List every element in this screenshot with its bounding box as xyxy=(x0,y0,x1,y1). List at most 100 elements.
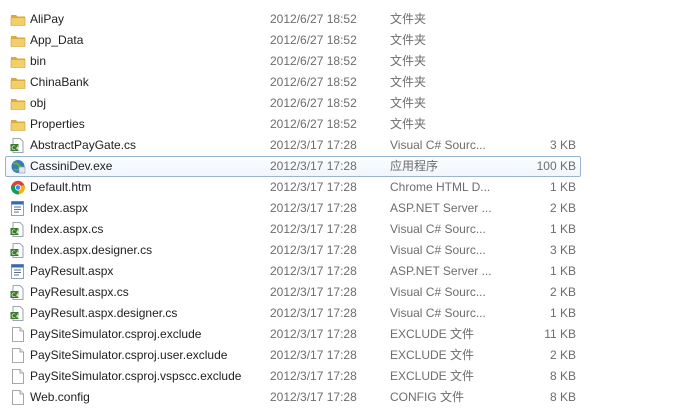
file-name[interactable]: PaySiteSimulator.csproj.vspscc.exclude xyxy=(30,366,241,387)
csharp-file-icon: C# xyxy=(10,243,26,258)
blank-file-icon xyxy=(10,390,26,405)
folder-icon xyxy=(10,117,26,132)
file-row[interactable]: Properties 2012/6/27 18:52 文件夹 xyxy=(0,114,694,135)
svg-text:C#: C# xyxy=(11,313,20,320)
file-modified-date: 2012/3/17 17:28 xyxy=(270,201,357,215)
folder-icon xyxy=(10,12,26,27)
file-type: Visual C# Sourc... xyxy=(390,285,486,299)
chrome-icon xyxy=(10,180,26,195)
file-list: AliPay 2012/6/27 18:52 文件夹 App_Data 2012/6/2… xyxy=(0,9,694,408)
file-name[interactable]: bin xyxy=(30,51,46,72)
file-modified-date: 2012/6/27 18:52 xyxy=(270,12,357,26)
file-type: ASP.NET Server ... xyxy=(390,201,492,215)
file-row[interactable]: PaySiteSimulator.csproj.vspscc.exclude 20… xyxy=(0,366,694,387)
file-modified-date: 2012/3/17 17:28 xyxy=(270,369,357,383)
csharp-file-icon: C# xyxy=(10,285,26,300)
file-size: 1 KB xyxy=(549,306,576,320)
file-size: 11 KB xyxy=(544,327,576,341)
file-size: 8 KB xyxy=(549,390,576,404)
file-modified-date: 2012/6/27 18:52 xyxy=(270,117,357,131)
file-name[interactable]: PaySiteSimulator.csproj.user.exclude xyxy=(30,345,227,366)
file-row[interactable]: Web.config 2012/3/17 17:28 CONFIG 文件 8 KB xyxy=(0,387,694,408)
file-name[interactable]: Default.htm xyxy=(30,177,91,198)
file-row[interactable]: C# Index.aspx.cs 2012/3/17 17:28 Visual C# … xyxy=(0,219,694,240)
file-size: 3 KB xyxy=(549,138,576,152)
file-row[interactable]: ChinaBank 2012/6/27 18:52 文件夹 xyxy=(0,72,694,93)
svg-text:C#: C# xyxy=(11,250,20,257)
file-name[interactable]: PayResult.aspx xyxy=(30,261,113,282)
file-modified-date: 2012/3/17 17:28 xyxy=(270,327,357,341)
file-modified-date: 2012/3/17 17:28 xyxy=(270,180,357,194)
file-row[interactable]: Default.htm 2012/3/17 17:28 Chrome HTML D.… xyxy=(0,177,694,198)
file-modified-date: 2012/3/17 17:28 xyxy=(270,306,357,320)
file-name[interactable]: Index.aspx.designer.cs xyxy=(30,240,152,261)
file-modified-date: 2012/6/27 18:52 xyxy=(270,96,357,110)
file-modified-date: 2012/3/17 17:28 xyxy=(270,243,357,257)
file-row[interactable]: CassiniDev.exe 2012/3/17 17:28 应用程序 100 KB xyxy=(0,156,694,177)
file-size: 2 KB xyxy=(549,348,576,362)
file-name[interactable]: ChinaBank xyxy=(30,72,89,93)
file-type: EXCLUDE 文件 xyxy=(390,348,475,362)
file-size: 2 KB xyxy=(549,285,576,299)
file-type: 文件夹 xyxy=(390,117,427,131)
file-size: 100 KB xyxy=(536,159,576,173)
file-size: 1 KB xyxy=(549,180,576,194)
svg-text:C#: C# xyxy=(11,229,20,236)
file-type: ASP.NET Server ... xyxy=(390,264,492,278)
file-row[interactable]: Index.aspx 2012/3/17 17:28 ASP.NET Server … xyxy=(0,198,694,219)
file-row[interactable]: PaySiteSimulator.csproj.user.exclude 2012… xyxy=(0,345,694,366)
file-size: 2 KB xyxy=(549,201,576,215)
file-type: 应用程序 xyxy=(390,159,439,173)
file-type: 文件夹 xyxy=(390,75,427,89)
csharp-file-icon: C# xyxy=(10,222,26,237)
aspx-file-icon xyxy=(10,264,26,279)
file-row[interactable]: App_Data 2012/6/27 18:52 文件夹 xyxy=(0,30,694,51)
file-type: 文件夹 xyxy=(390,12,427,26)
file-row[interactable]: AliPay 2012/6/27 18:52 文件夹 xyxy=(0,9,694,30)
file-row[interactable]: bin 2012/6/27 18:52 文件夹 xyxy=(0,51,694,72)
file-name[interactable]: App_Data xyxy=(30,30,83,51)
file-row[interactable]: C# PayResult.aspx.cs 2012/3/17 17:28 Visual… xyxy=(0,282,694,303)
file-row[interactable]: C# AbstractPayGate.cs 2012/3/17 17:28 Visua… xyxy=(0,135,694,156)
file-type: EXCLUDE 文件 xyxy=(390,327,475,341)
file-type: 文件夹 xyxy=(390,96,427,110)
file-modified-date: 2012/6/27 18:52 xyxy=(270,33,357,47)
folder-icon xyxy=(10,33,26,48)
file-name[interactable]: PayResult.aspx.cs xyxy=(30,282,129,303)
file-row[interactable]: PaySiteSimulator.csproj.exclude 2012/3/17… xyxy=(0,324,694,345)
file-modified-date: 2012/3/17 17:28 xyxy=(270,285,357,299)
file-name[interactable]: AliPay xyxy=(30,9,64,30)
file-row[interactable]: C# Index.aspx.designer.cs 2012/3/17 17:28 V… xyxy=(0,240,694,261)
file-size: 1 KB xyxy=(549,222,576,236)
file-name[interactable]: Web.config xyxy=(30,387,90,408)
aspx-file-icon xyxy=(10,201,26,216)
file-type: 文件夹 xyxy=(390,33,427,47)
folder-icon xyxy=(10,96,26,111)
blank-file-icon xyxy=(10,369,26,384)
file-name[interactable]: obj xyxy=(30,93,46,114)
file-modified-date: 2012/3/17 17:28 xyxy=(270,138,357,152)
file-type: EXCLUDE 文件 xyxy=(390,369,475,383)
file-name[interactable]: Properties xyxy=(30,114,85,135)
file-type: Visual C# Sourc... xyxy=(390,138,486,152)
file-name[interactable]: AbstractPayGate.cs xyxy=(30,135,136,156)
file-type: Visual C# Sourc... xyxy=(390,243,486,257)
file-type: Visual C# Sourc... xyxy=(390,222,486,236)
file-name[interactable]: Index.aspx xyxy=(30,198,88,219)
svg-text:C#: C# xyxy=(11,292,20,299)
file-size: 1 KB xyxy=(549,264,576,278)
file-name[interactable]: Index.aspx.cs xyxy=(30,219,103,240)
file-modified-date: 2012/3/17 17:28 xyxy=(270,264,357,278)
file-name[interactable]: PayResult.aspx.designer.cs xyxy=(30,303,177,324)
file-name[interactable]: PaySiteSimulator.csproj.exclude xyxy=(30,324,201,345)
file-type: CONFIG 文件 xyxy=(390,390,464,404)
file-row[interactable]: PayResult.aspx 2012/3/17 17:28 ASP.NET Ser… xyxy=(0,261,694,282)
file-row[interactable]: obj 2012/6/27 18:52 文件夹 xyxy=(0,93,694,114)
file-row[interactable]: C# PayResult.aspx.designer.cs 2012/3/17 17… xyxy=(0,303,694,324)
folder-icon xyxy=(10,54,26,69)
file-size: 8 KB xyxy=(549,369,576,383)
blank-file-icon xyxy=(10,327,26,342)
file-size: 3 KB xyxy=(549,243,576,257)
file-modified-date: 2012/6/27 18:52 xyxy=(270,75,357,89)
file-name[interactable]: CassiniDev.exe xyxy=(30,156,112,177)
